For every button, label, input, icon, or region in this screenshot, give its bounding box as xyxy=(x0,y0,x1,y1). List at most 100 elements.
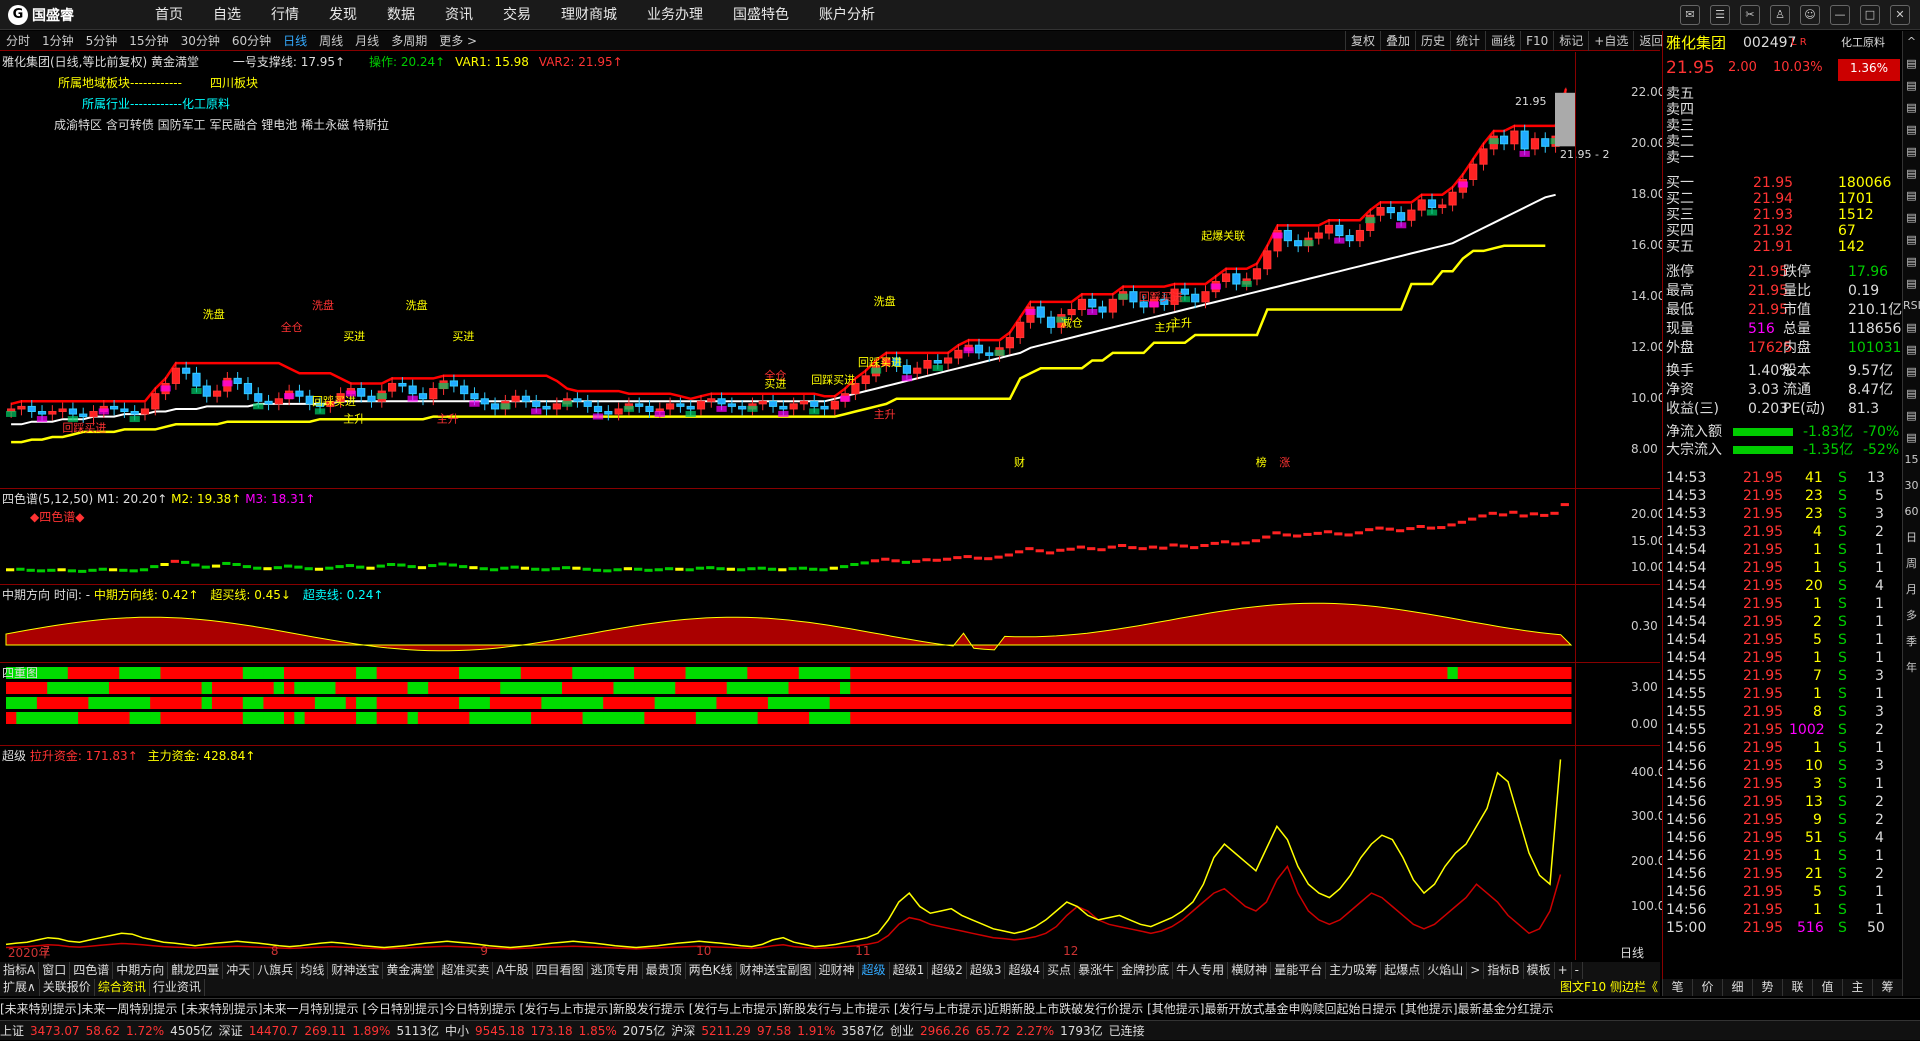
tool-button[interactable]: 画线 xyxy=(1485,31,1520,51)
indicator-tab[interactable]: 牛人专用 xyxy=(1173,962,1229,979)
indicator-tab[interactable]: 买点 xyxy=(1044,962,1076,979)
minimize-icon[interactable]: — xyxy=(1830,5,1850,25)
sidebar-button[interactable]: ▤ xyxy=(1903,383,1920,405)
indicator-tab[interactable]: 超级1 xyxy=(890,962,929,979)
indicator-tab[interactable]: 均线 xyxy=(297,962,329,979)
sidebar-button[interactable]: ▤ xyxy=(1903,141,1920,163)
sidebar-button[interactable]: ▤ xyxy=(1903,207,1920,229)
sidebar-button[interactable]: 多 xyxy=(1903,605,1920,631)
sidebar-button[interactable]: 季 xyxy=(1903,631,1920,657)
indicator-tab[interactable]: 金牌抄底 xyxy=(1118,962,1174,979)
indicator-tab[interactable]: A牛股 xyxy=(493,962,533,979)
quote-tab[interactable]: 笔 xyxy=(1662,979,1692,996)
period-tab[interactable]: 15分钟 xyxy=(123,31,174,51)
mail-icon[interactable]: ☰ xyxy=(1710,5,1730,25)
menu-item[interactable]: 行情 xyxy=(256,0,314,30)
indicator-tab[interactable]: + xyxy=(1555,962,1572,979)
sidebar-button[interactable]: ▤ xyxy=(1903,405,1920,427)
menu-item[interactable]: 业务办理 xyxy=(632,0,718,30)
sidebar-button[interactable]: 60 xyxy=(1903,501,1920,527)
tool-button[interactable]: 历史 xyxy=(1415,31,1450,51)
news-ticker[interactable]: [未来特别提示]未来一周特别提示 [未来特别提示]未来一月特别提示 [今日特别提… xyxy=(0,998,1920,1018)
indicator-tab[interactable]: 指标B xyxy=(1484,962,1524,979)
indicator-tab[interactable]: 横财神 xyxy=(1228,962,1272,979)
indicator-tab[interactable]: 超级 xyxy=(859,962,890,979)
indicator-tab[interactable]: - xyxy=(1572,962,1583,979)
period-tab[interactable]: 30分钟 xyxy=(175,31,226,51)
tools-icon[interactable]: ✂ xyxy=(1740,5,1760,25)
indicator-tab[interactable]: 四目看图 xyxy=(533,962,588,979)
sidebar-button[interactable]: ^ xyxy=(1903,31,1920,53)
period-tab[interactable]: 更多 > xyxy=(433,31,483,51)
sidebar-button[interactable]: ▤ xyxy=(1903,427,1920,449)
shirt-icon[interactable]: ♙ xyxy=(1770,5,1790,25)
sidebar-button[interactable]: ▤ xyxy=(1903,251,1920,273)
app-logo[interactable]: G 国盛睿 xyxy=(8,4,74,26)
menu-item[interactable]: 国盛特色 xyxy=(718,0,804,30)
formula-name[interactable]: 黄金満堂 xyxy=(151,55,199,69)
menu-item[interactable]: 账户分析 xyxy=(804,0,890,30)
message-icon[interactable]: ✉ xyxy=(1680,5,1700,25)
sidebar-button[interactable]: 日 xyxy=(1903,527,1920,553)
user-icon[interactable]: ☺ xyxy=(1800,5,1820,25)
indicator-tab[interactable]: 主力吸筹 xyxy=(1326,962,1382,979)
indicator-tab[interactable]: 量能平台 xyxy=(1271,962,1327,979)
sidebar-button[interactable]: 月 xyxy=(1903,579,1920,605)
indicator-tab[interactable]: 财神送宝副图 xyxy=(737,962,816,979)
f10-sidebar-toggle[interactable]: 图文F10 侧边栏《 xyxy=(1560,979,1658,996)
sidebar-button[interactable]: ▤ xyxy=(1903,185,1920,207)
extension-tab[interactable]: 行业资讯 xyxy=(150,979,205,996)
period-tab[interactable]: 分时 xyxy=(0,31,36,51)
indicator-tab[interactable]: 两色K线 xyxy=(686,962,737,979)
indicator-tab[interactable]: 起爆点 xyxy=(1381,962,1425,979)
sidebar-button[interactable]: ▤ xyxy=(1903,163,1920,185)
menu-item[interactable]: 数据 xyxy=(372,0,430,30)
indicator-tab[interactable]: 超级3 xyxy=(967,962,1006,979)
chart-area[interactable]: 21.95 21.95 - 2 洗盘 洗盘 洗盘 洗盘 全仓 买进 买进 回踩买进 回踩买进 主升 主升… xyxy=(0,52,1665,960)
tool-button[interactable]: F10 xyxy=(1520,31,1553,51)
sidebar-button[interactable]: ▤ xyxy=(1903,119,1920,141)
quote-tab[interactable]: 联 xyxy=(1782,979,1812,996)
sidebar-button[interactable]: 周 xyxy=(1903,553,1920,579)
quote-tab[interactable]: 势 xyxy=(1752,979,1782,996)
extension-tab[interactable]: 扩展∧ xyxy=(0,979,40,996)
tool-button[interactable]: +自选 xyxy=(1588,31,1633,51)
tool-button[interactable]: 统计 xyxy=(1450,31,1485,51)
sidebar-button[interactable]: ▤ xyxy=(1903,273,1920,295)
sidebar-button[interactable]: 15 xyxy=(1903,449,1920,475)
sidebar-button[interactable]: 30 xyxy=(1903,475,1920,501)
menu-item[interactable]: 资讯 xyxy=(430,0,488,30)
indicator-tab[interactable]: 模板 xyxy=(1524,962,1555,979)
indicator-tab[interactable]: 中期方向 xyxy=(113,962,169,979)
indicator-tab[interactable]: 八旗兵 xyxy=(254,962,298,979)
indicator-tab[interactable]: 超级2 xyxy=(928,962,967,979)
quote-tab[interactable]: 筹 xyxy=(1872,979,1902,996)
indicator-tab[interactable]: > xyxy=(1467,962,1485,979)
extension-tab[interactable]: 综合资讯 xyxy=(95,979,150,996)
indicator-tab[interactable]: 超级4 xyxy=(1005,962,1045,979)
tool-button[interactable]: 复权 xyxy=(1345,31,1380,51)
maximize-icon[interactable]: □ xyxy=(1860,5,1880,25)
quote-tab[interactable]: 主 xyxy=(1842,979,1872,996)
indicator-tab[interactable]: 窗口 xyxy=(39,962,71,979)
menu-item[interactable]: 理财商城 xyxy=(546,0,632,30)
sidebar-button[interactable]: ▤ xyxy=(1903,317,1920,339)
indicator-tab[interactable]: 麒龙四量 xyxy=(168,962,224,979)
tool-button[interactable]: 标记 xyxy=(1553,31,1588,51)
indicator-tab[interactable]: 迎财神 xyxy=(816,962,859,979)
period-tab[interactable]: 多周期 xyxy=(385,31,433,51)
period-tab[interactable]: 周线 xyxy=(313,31,349,51)
period-tab[interactable]: 1分钟 xyxy=(36,31,80,51)
extension-tab[interactable]: 关联报价 xyxy=(40,979,95,996)
sidebar-button[interactable]: ▤ xyxy=(1903,361,1920,383)
period-tab[interactable]: 60分钟 xyxy=(226,31,277,51)
menu-item[interactable]: 交易 xyxy=(488,0,546,30)
quote-tab[interactable]: 价 xyxy=(1692,979,1722,996)
indicator-tab[interactable]: 暴涨牛 xyxy=(1075,962,1119,979)
close-icon[interactable]: ✕ xyxy=(1890,5,1910,25)
industry-name[interactable]: 化工原料 xyxy=(1841,34,1885,52)
sidebar-button[interactable]: ▤ xyxy=(1903,75,1920,97)
indicator-tab[interactable]: 超准买卖 xyxy=(438,962,494,979)
sidebar-button[interactable]: ▤ xyxy=(1903,53,1920,75)
menu-item[interactable]: 发现 xyxy=(314,0,372,30)
